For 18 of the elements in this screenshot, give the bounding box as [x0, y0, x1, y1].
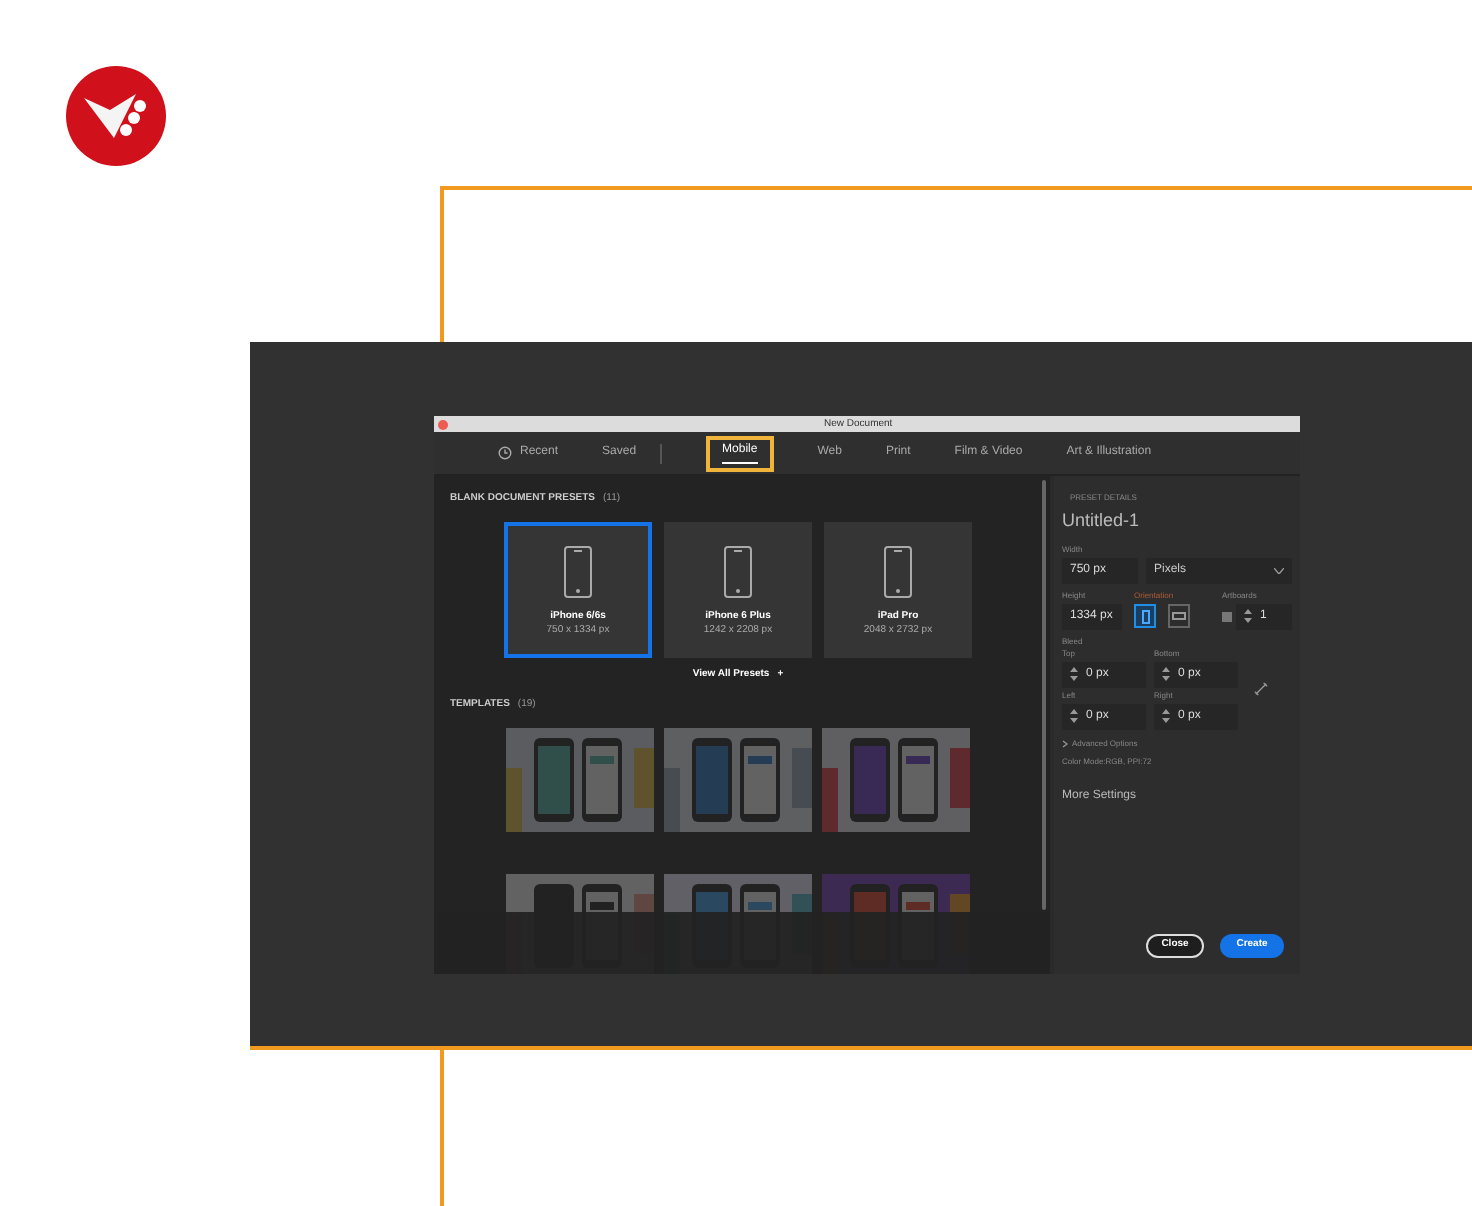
spinner-icon[interactable] [1070, 708, 1078, 724]
artboards-checkbox[interactable] [1222, 611, 1232, 621]
phone-icon [564, 545, 592, 597]
landscape-button[interactable] [1168, 604, 1190, 628]
document-name: Untitled-1 [1062, 508, 1142, 534]
logo-icon [66, 66, 166, 166]
phone-icon [884, 545, 912, 597]
portrait-button[interactable] [1134, 604, 1156, 628]
chevron-down-icon [1274, 567, 1284, 573]
phone-icon [724, 545, 752, 597]
clock-icon [498, 446, 512, 460]
link-icon[interactable] [1254, 681, 1268, 695]
chevron-right-icon [1062, 739, 1068, 747]
spinner-icon[interactable] [1070, 666, 1078, 682]
spinner-icon[interactable] [1162, 666, 1170, 682]
spinner-icon[interactable] [1162, 708, 1170, 724]
scrollbar[interactable] [1042, 480, 1046, 910]
spinner-icon[interactable] [1244, 608, 1252, 624]
